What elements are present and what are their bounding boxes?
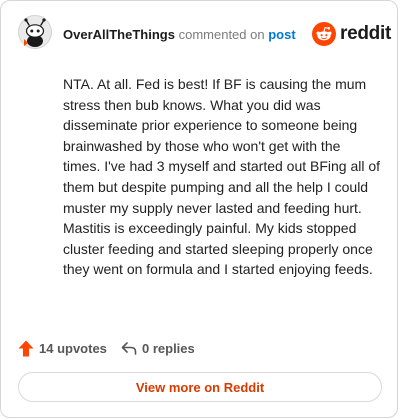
avatar-icon[interactable] [18,15,52,49]
reddit-wordmark: reddit [340,23,391,44]
reddit-logo[interactable]: reddit [312,22,391,46]
commented-on-text: commented on [178,27,265,42]
upvote-count: 14 upvotes [39,340,107,356]
username-link[interactable]: OverAllTheThings [63,27,175,42]
comment-header: OverAllTheThings commented on post [63,27,296,43]
reply-button[interactable]: 0 replies [121,339,195,357]
reddit-logo-icon [312,22,336,46]
comment-body: NTA. At all. Fed is best! If BF is causi… [63,76,381,278]
view-more-button[interactable]: View more on Reddit [18,372,382,402]
upvote-arrow-icon [18,340,34,356]
upvote-button[interactable]: 14 upvotes [18,339,107,357]
reply-count: 0 replies [142,340,195,356]
reply-arrow-icon [121,342,137,355]
post-link[interactable]: post [268,27,295,42]
embedded-comment-card: OverAllTheThings commented on post reddi… [0,0,398,418]
